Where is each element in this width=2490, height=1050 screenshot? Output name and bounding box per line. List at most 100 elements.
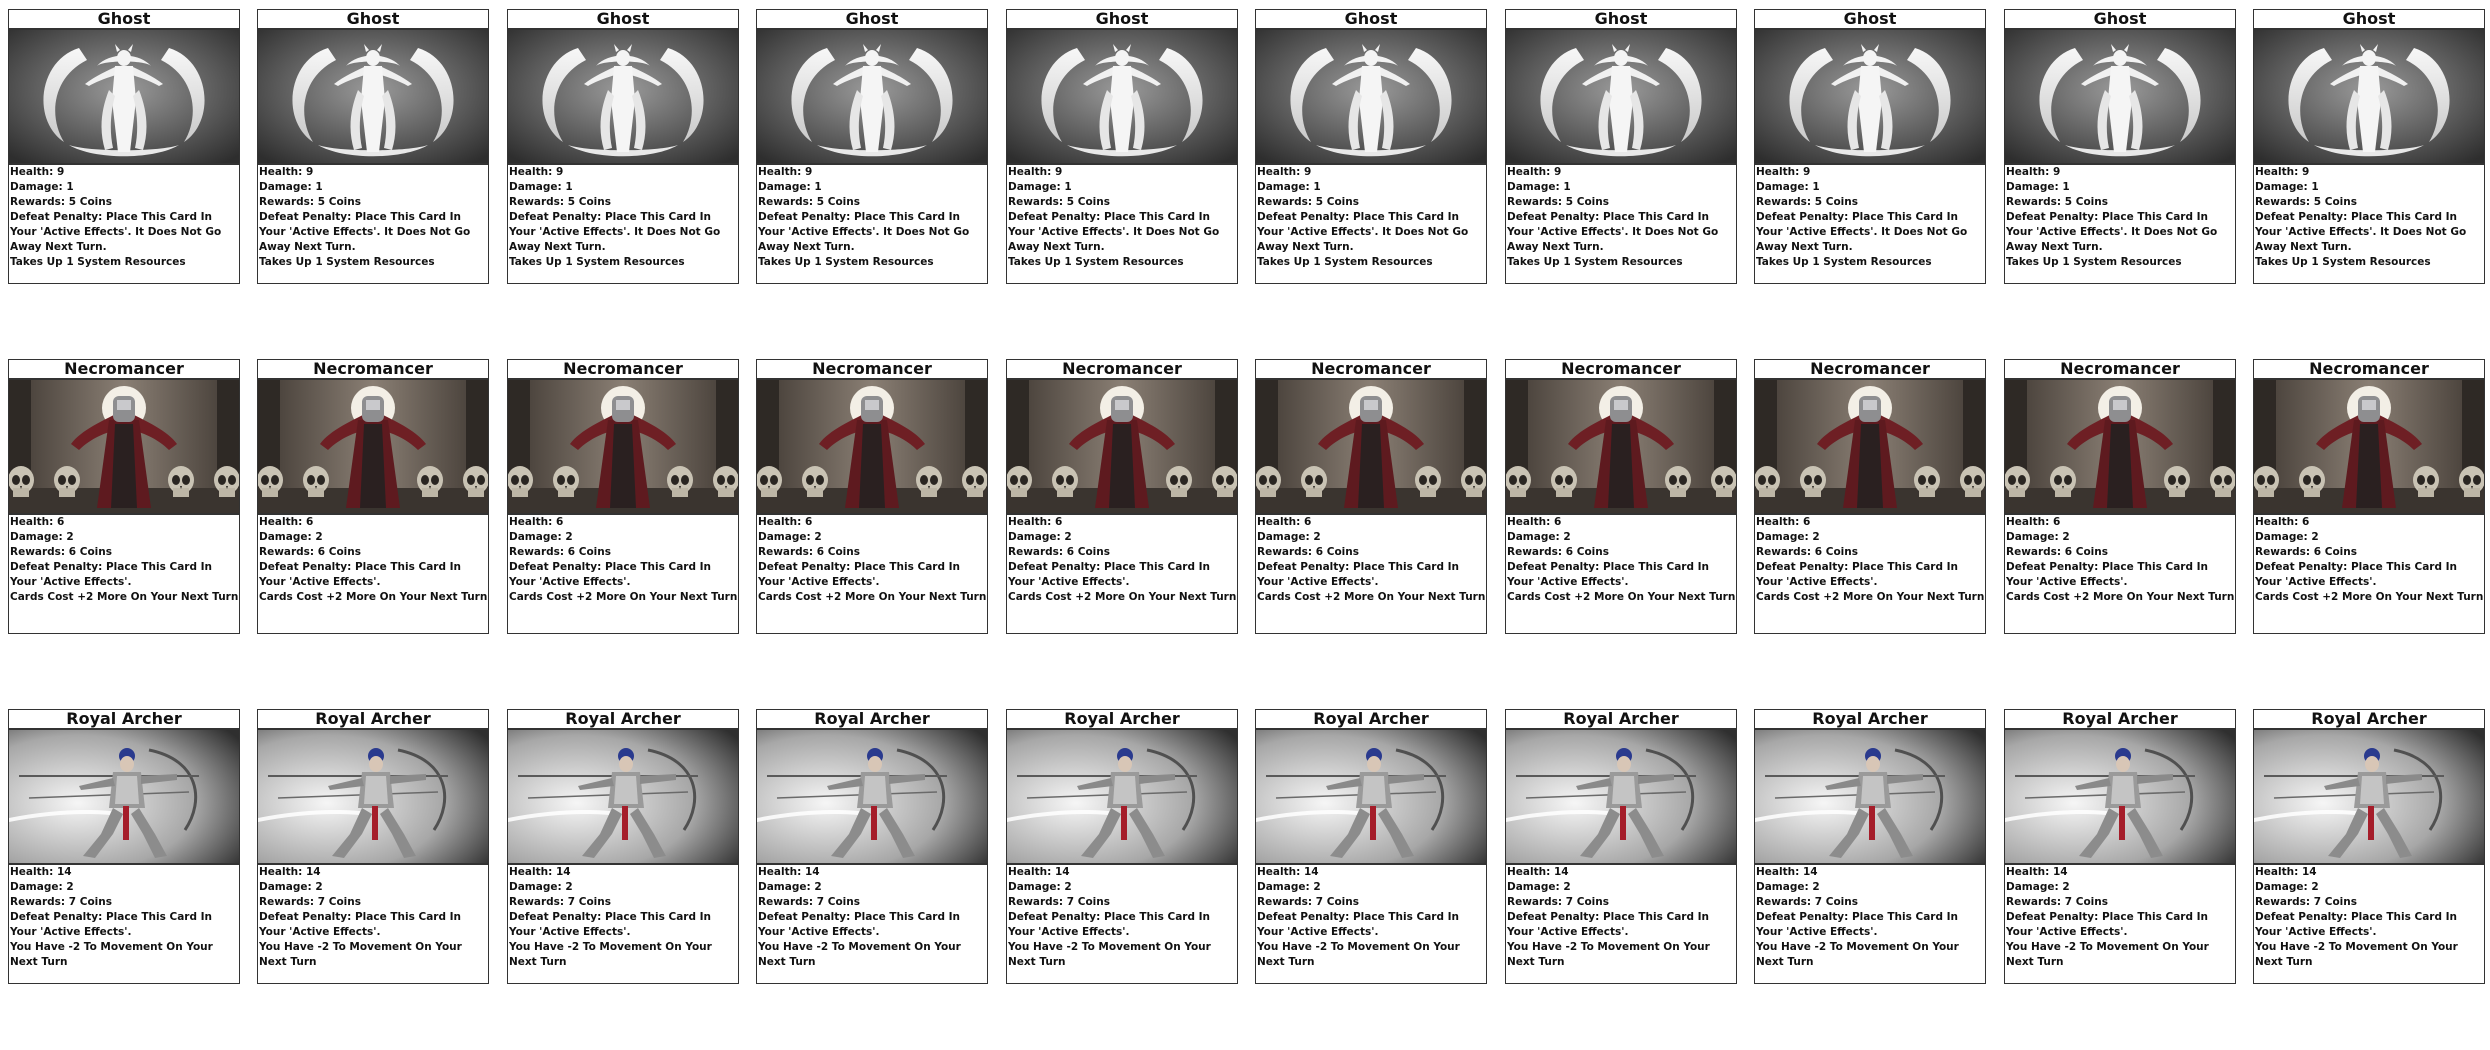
- card-stat-health: Health: 6: [2255, 516, 2310, 528]
- archer-illustration: [1505, 729, 1737, 864]
- card-stat-damage: Damage: 2: [1008, 531, 1072, 543]
- card-text-box: Health: 9 Damage: 1 Rewards: 5 Coins Defeat…: [507, 164, 739, 284]
- card-stat-damage: Damage: 2: [10, 531, 74, 543]
- royal-archer-card[interactable]: Royal Archer Health: 14 Damage: 2 Rewards:…: [2004, 709, 2236, 985]
- card-stat-health: Health: 9: [758, 166, 813, 178]
- card-stat-rewards: Rewards: 6 Coins: [2006, 546, 2108, 558]
- card-title: Ghost: [1255, 9, 1487, 29]
- card-text-box: Health: 6 Damage: 2 Rewards: 6 Coins Defeat…: [2004, 514, 2236, 634]
- necromancer-card[interactable]: Necromancer Health: 6 Damage: 2 Rewards:…: [1505, 359, 1737, 635]
- card-effect: Takes Up 1 System Resources: [1257, 256, 1433, 268]
- card-effect: Takes Up 1 System Resources: [509, 256, 685, 268]
- card-text-box: Health: 14 Damage: 2 Rewards: 7 Coins Defea…: [1006, 864, 1238, 984]
- card-defeat-penalty: Defeat Penalty: Place This Card In Your …: [1756, 911, 1959, 938]
- card-defeat-penalty: Defeat Penalty: Place This Card In Your …: [2006, 911, 2209, 938]
- ghost-card[interactable]: Ghost Health: 9 Damage: 1 Rewards: 5 Coins…: [257, 9, 489, 285]
- royal-archer-card[interactable]: Royal Archer Health: 14 Damage: 2 Rewards:…: [2253, 709, 2485, 985]
- card-stat-health: Health: 6: [10, 516, 65, 528]
- card-stat-rewards: Rewards: 5 Coins: [758, 196, 860, 208]
- card-stat-rewards: Rewards: 5 Coins: [1507, 196, 1609, 208]
- ghost-card[interactable]: Ghost Health: 9 Damage: 1 Rewards: 5 Coins…: [2004, 9, 2236, 285]
- card-title: Ghost: [1754, 9, 1986, 29]
- card-stat-health: Health: 9: [10, 166, 65, 178]
- card-stat-damage: Damage: 2: [1756, 531, 1820, 543]
- card-stat-health: Health: 6: [758, 516, 813, 528]
- card-stat-rewards: Rewards: 7 Coins: [1756, 896, 1858, 908]
- card-stat-health: Health: 14: [758, 866, 820, 878]
- necromancer-card[interactable]: Necromancer Health: 6 Damage: 2 Rewards:…: [507, 359, 739, 635]
- royal-archer-card[interactable]: Royal Archer Health: 14 Damage: 2 Rewards:…: [1505, 709, 1737, 985]
- ghost-card[interactable]: Ghost Health: 9 Damage: 1 Rewards: 5 Coins…: [756, 9, 988, 285]
- ghost-card[interactable]: Ghost Health: 9 Damage: 1 Rewards: 5 Coins…: [1754, 9, 1986, 285]
- ghost-illustration: [2004, 29, 2236, 164]
- card-title: Ghost: [257, 9, 489, 29]
- necromancer-illustration: [257, 379, 489, 514]
- ghost-illustration: [257, 29, 489, 164]
- ghost-illustration: [8, 29, 240, 164]
- necromancer-card[interactable]: Necromancer Health: 6 Damage: 2 Rewards:…: [1006, 359, 1238, 635]
- royal-archer-card[interactable]: Royal Archer Health: 14 Damage: 2 Rewards:…: [1754, 709, 1986, 985]
- card-stat-rewards: Rewards: 5 Coins: [2255, 196, 2357, 208]
- card-stat-rewards: Rewards: 6 Coins: [1507, 546, 1609, 558]
- card-stat-health: Health: 9: [259, 166, 314, 178]
- card-stat-health: Health: 6: [1257, 516, 1312, 528]
- archer-illustration: [1754, 729, 1986, 864]
- card-stat-damage: Damage: 1: [10, 181, 74, 193]
- card-effect: Cards Cost +2 More On Your Next Turn: [2255, 591, 2484, 603]
- card-stat-rewards: Rewards: 5 Coins: [10, 196, 112, 208]
- card-defeat-penalty: Defeat Penalty: Place This Card In Your …: [1008, 911, 1211, 938]
- card-stat-health: Health: 9: [2255, 166, 2310, 178]
- card-stat-rewards: Rewards: 6 Coins: [758, 546, 860, 558]
- card-defeat-penalty: Defeat Penalty: Place This Card In Your …: [758, 211, 970, 253]
- necromancer-card[interactable]: Necromancer Health: 6 Damage: 2 Rewards:…: [2253, 359, 2485, 635]
- necromancer-card[interactable]: Necromancer Health: 6 Damage: 2 Rewards:…: [8, 359, 240, 635]
- card-text-box: Health: 14 Damage: 2 Rewards: 7 Coins Defea…: [1754, 864, 1986, 984]
- archer-illustration: [257, 729, 489, 864]
- card-effect: You Have -2 To Movement On Your Next Tur…: [10, 941, 213, 968]
- card-stat-damage: Damage: 2: [509, 531, 573, 543]
- necromancer-card[interactable]: Necromancer Health: 6 Damage: 2 Rewards:…: [756, 359, 988, 635]
- card-effect: Takes Up 1 System Resources: [2006, 256, 2182, 268]
- royal-archer-card[interactable]: Royal Archer Health: 14 Damage: 2 Rewards:…: [1255, 709, 1487, 985]
- ghost-card[interactable]: Ghost Health: 9 Damage: 1 Rewards: 5 Coins…: [1255, 9, 1487, 285]
- royal-archer-card[interactable]: Royal Archer Health: 14 Damage: 2 Rewards:…: [507, 709, 739, 985]
- card-defeat-penalty: Defeat Penalty: Place This Card In Your …: [1756, 561, 1959, 588]
- ghost-card[interactable]: Ghost Health: 9 Damage: 1 Rewards: 5 Coins…: [1505, 9, 1737, 285]
- card-stat-damage: Damage: 2: [1008, 881, 1072, 893]
- card-stat-rewards: Rewards: 7 Coins: [1257, 896, 1359, 908]
- necromancer-card[interactable]: Necromancer Health: 6 Damage: 2 Rewards:…: [1255, 359, 1487, 635]
- card-stat-rewards: Rewards: 7 Coins: [2006, 896, 2108, 908]
- card-text-box: Health: 14 Damage: 2 Rewards: 7 Coins Defea…: [2253, 864, 2485, 984]
- ghost-card[interactable]: Ghost Health: 9 Damage: 1 Rewards: 5 Coins…: [1006, 9, 1238, 285]
- card-defeat-penalty: Defeat Penalty: Place This Card In Your …: [10, 211, 222, 253]
- card-stat-damage: Damage: 2: [2255, 531, 2319, 543]
- royal-archer-card[interactable]: Royal Archer Health: 14 Damage: 2 Rewards:…: [257, 709, 489, 985]
- card-defeat-penalty: Defeat Penalty: Place This Card In Your …: [758, 561, 961, 588]
- card-text-box: Health: 9 Damage: 1 Rewards: 5 Coins Defeat…: [1754, 164, 1986, 284]
- card-defeat-penalty: Defeat Penalty: Place This Card In Your …: [2255, 561, 2458, 588]
- card-effect: You Have -2 To Movement On Your Next Tur…: [2255, 941, 2458, 968]
- card-stat-rewards: Rewards: 7 Coins: [10, 896, 112, 908]
- card-text-box: Health: 9 Damage: 1 Rewards: 5 Coins Defeat…: [257, 164, 489, 284]
- ghost-card[interactable]: Ghost Health: 9 Damage: 1 Rewards: 5 Coins…: [8, 9, 240, 285]
- royal-archer-card[interactable]: Royal Archer Health: 14 Damage: 2 Rewards:…: [8, 709, 240, 985]
- card-effect: Takes Up 1 System Resources: [758, 256, 934, 268]
- card-stat-damage: Damage: 1: [758, 181, 822, 193]
- necromancer-card[interactable]: Necromancer Health: 6 Damage: 2 Rewards:…: [2004, 359, 2236, 635]
- card-stat-health: Health: 6: [1008, 516, 1063, 528]
- ghost-illustration: [1006, 29, 1238, 164]
- necromancer-card[interactable]: Necromancer Health: 6 Damage: 2 Rewards:…: [1754, 359, 1986, 635]
- card-stat-rewards: Rewards: 5 Coins: [1257, 196, 1359, 208]
- card-stat-rewards: Rewards: 5 Coins: [2006, 196, 2108, 208]
- card-defeat-penalty: Defeat Penalty: Place This Card In Your …: [259, 561, 462, 588]
- ghost-card[interactable]: Ghost Health: 9 Damage: 1 Rewards: 5 Coins…: [2253, 9, 2485, 285]
- ghost-card[interactable]: Ghost Health: 9 Damage: 1 Rewards: 5 Coins…: [507, 9, 739, 285]
- necromancer-card[interactable]: Necromancer Health: 6 Damage: 2 Rewards:…: [257, 359, 489, 635]
- card-effect: Takes Up 1 System Resources: [1507, 256, 1683, 268]
- card-stat-damage: Damage: 1: [1756, 181, 1820, 193]
- royal-archer-card[interactable]: Royal Archer Health: 14 Damage: 2 Rewards:…: [756, 709, 988, 985]
- card-defeat-penalty: Defeat Penalty: Place This Card In Your …: [10, 911, 213, 938]
- card-stat-damage: Damage: 1: [1008, 181, 1072, 193]
- card-stat-rewards: Rewards: 7 Coins: [259, 896, 361, 908]
- royal-archer-card[interactable]: Royal Archer Health: 14 Damage: 2 Rewards:…: [1006, 709, 1238, 985]
